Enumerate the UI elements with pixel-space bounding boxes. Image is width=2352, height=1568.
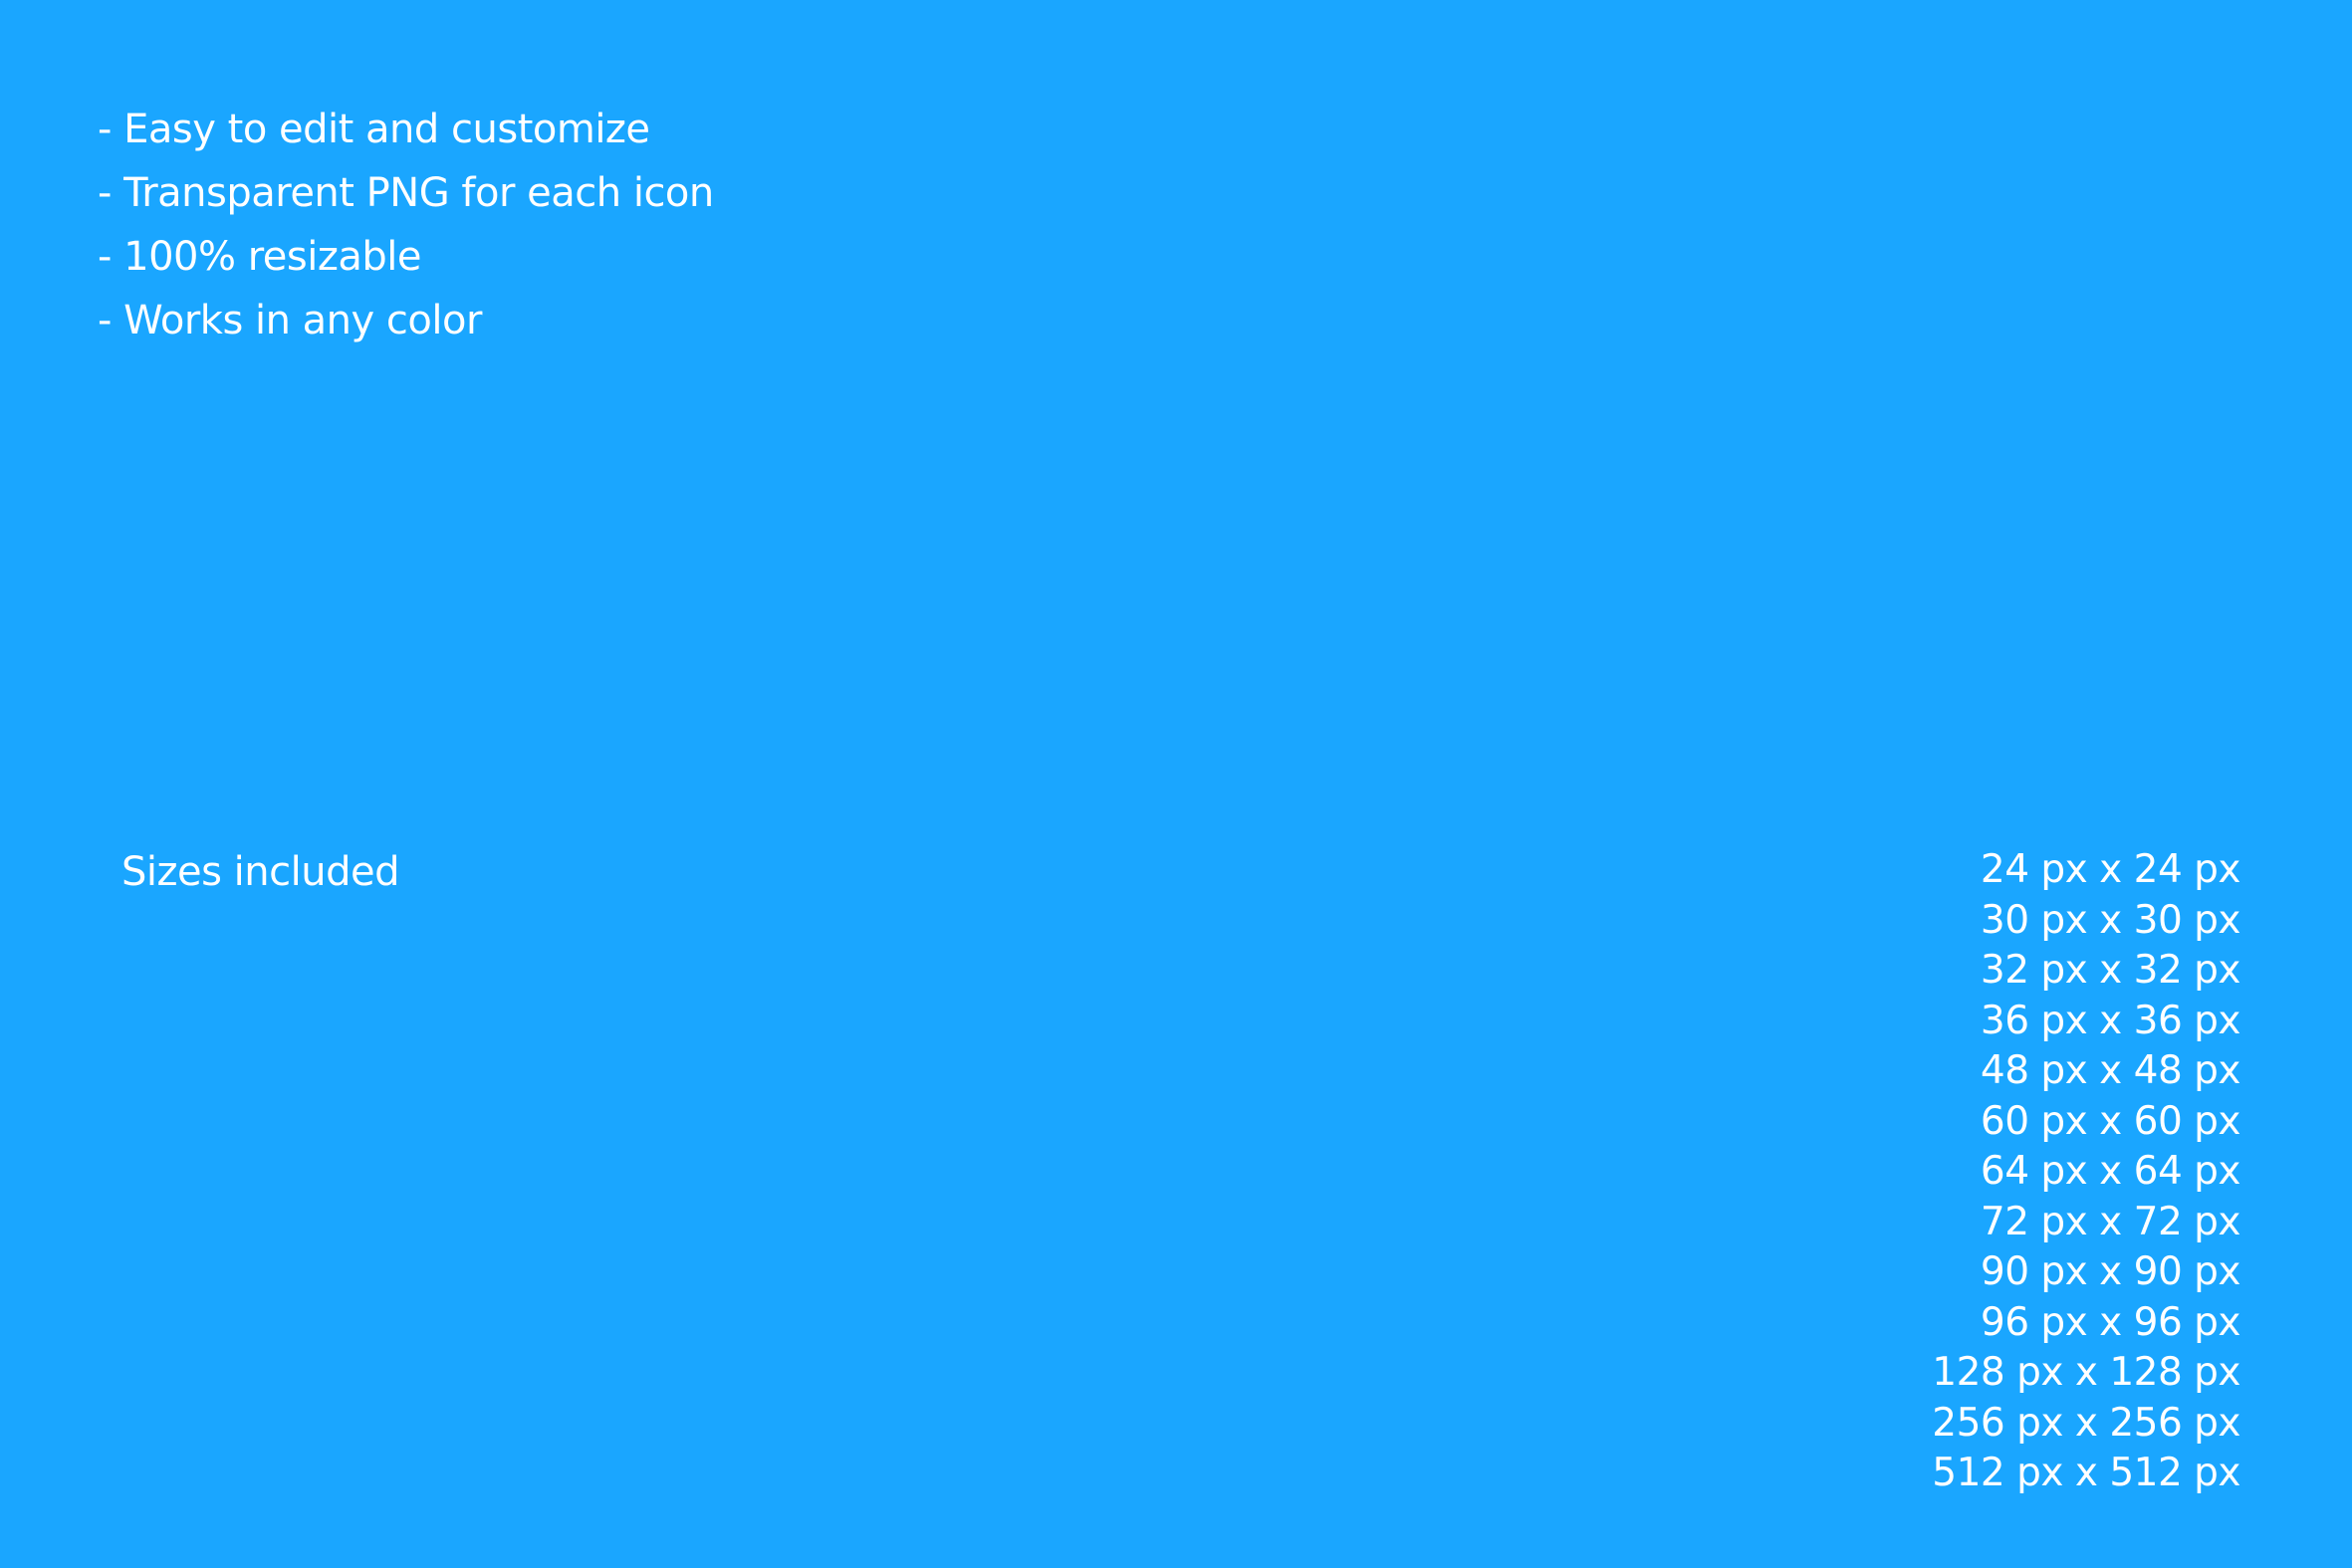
size-item: 24 px x 24 px (1980, 847, 2241, 892)
feature-item: - Transparent PNG for each icon (98, 170, 714, 216)
sizes-included-heading: Sizes included (121, 849, 399, 895)
size-item: 512 px x 512 px (1932, 1451, 2240, 1495)
size-item: 48 px x 48 px (1980, 1048, 2241, 1093)
size-item: 64 px x 64 px (1980, 1149, 2241, 1194)
size-item: 30 px x 30 px (1980, 897, 2241, 943)
size-item: 128 px x 128 px (1932, 1350, 2240, 1395)
size-item: 32 px x 32 px (1980, 948, 2241, 993)
feature-item: - 100% resizable (98, 234, 421, 280)
size-item: 36 px x 36 px (1980, 998, 2241, 1043)
size-item: 90 px x 90 px (1980, 1249, 2241, 1294)
size-item: 96 px x 96 px (1980, 1299, 2241, 1345)
feature-item: - Easy to edit and customize (98, 107, 650, 152)
size-item: 256 px x 256 px (1932, 1400, 2240, 1446)
sizes-list: 24 px x 24 px 30 px x 30 px 32 px x 32 p… (1932, 845, 2240, 1499)
size-item: 72 px x 72 px (1980, 1199, 2241, 1244)
size-item: 60 px x 60 px (1980, 1098, 2241, 1144)
feature-item: - Works in any color (98, 298, 482, 343)
feature-list: - Easy to edit and customize - Transpare… (98, 98, 714, 352)
